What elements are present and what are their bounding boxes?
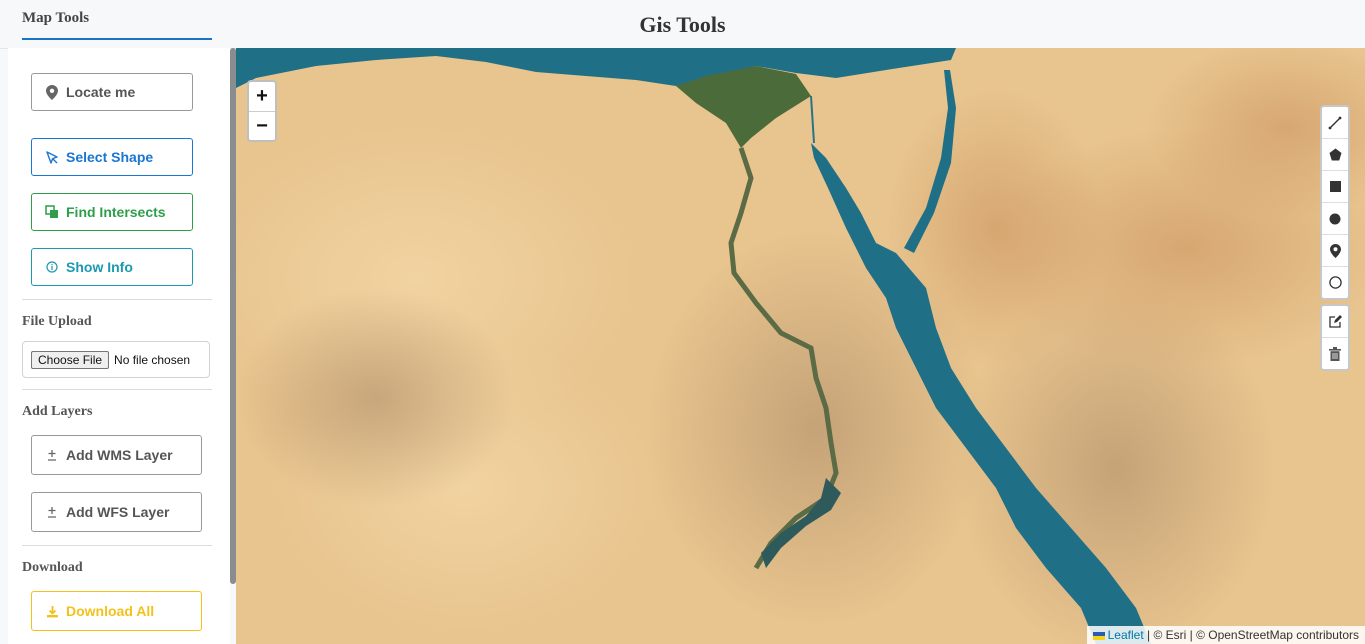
choose-file-button[interactable]: Choose File <box>31 350 110 369</box>
zoom-control: + − <box>247 80 277 142</box>
download-title: Download <box>22 560 83 575</box>
zoom-out-button[interactable]: − <box>249 112 275 141</box>
leaflet-link[interactable]: Leaflet <box>1108 628 1144 642</box>
info-icon <box>44 259 60 275</box>
map-pin-icon <box>44 84 60 100</box>
locate-me-button[interactable]: Locate me <box>31 73 193 111</box>
download-icon <box>44 603 60 619</box>
edit-icon[interactable] <box>1322 306 1348 338</box>
edit-toolbar <box>1320 304 1350 371</box>
download-all-label: Download All <box>66 603 155 619</box>
select-shape-label: Select Shape <box>66 149 154 165</box>
polygon-icon[interactable] <box>1322 139 1348 171</box>
circlemarker-icon[interactable] <box>1322 267 1348 298</box>
file-upload-title: File Upload <box>22 314 92 329</box>
page-title: Gis Tools <box>639 12 726 37</box>
trash-icon[interactable] <box>1322 338 1348 369</box>
divider <box>22 545 212 546</box>
divider <box>22 299 212 300</box>
map-attribution: Leaflet | © Esri | © OpenStreetMap contr… <box>1086 626 1365 644</box>
add-wfs-layer-button[interactable]: Add WFS Layer <box>31 492 202 532</box>
download-all-button[interactable]: Download All <box>31 591 202 631</box>
attribution-text: | © Esri | © OpenStreetMap contributors <box>1143 628 1359 642</box>
add-wfs-label: Add WFS Layer <box>66 504 170 520</box>
draw-toolbar <box>1320 105 1350 300</box>
add-wms-label: Add WMS Layer <box>66 447 173 463</box>
plus-minus-icon <box>44 504 60 520</box>
zoom-in-button[interactable]: + <box>249 82 275 112</box>
show-info-button[interactable]: Show Info <box>31 248 193 286</box>
add-wms-layer-button[interactable]: Add WMS Layer <box>31 435 202 475</box>
app-header: Map Tools Gis Tools <box>0 0 1365 49</box>
plus-minus-icon <box>44 447 60 463</box>
locate-me-label: Locate me <box>66 84 136 100</box>
rectangle-icon[interactable] <box>1322 171 1348 203</box>
file-upload-input[interactable]: Choose File No file chosen <box>22 341 210 378</box>
select-shape-button[interactable]: Select Shape <box>31 138 193 176</box>
satellite-basemap <box>236 48 1365 644</box>
circle-icon[interactable] <box>1322 203 1348 235</box>
find-intersects-button[interactable]: Find Intersects <box>31 193 193 231</box>
add-layers-title: Add Layers <box>22 404 93 419</box>
sidebar: Locate me Select Shape Find Intersects S… <box>8 48 230 644</box>
show-info-label: Show Info <box>66 259 133 275</box>
polyline-icon[interactable] <box>1322 107 1348 139</box>
map-view[interactable]: + − Leaflet | © Esri | © OpenStreetMap c… <box>236 48 1365 644</box>
intersect-icon <box>44 204 60 220</box>
file-status: No file chosen <box>114 352 191 367</box>
find-intersects-label: Find Intersects <box>66 204 166 220</box>
marker-icon[interactable] <box>1322 235 1348 267</box>
ukraine-flag-icon <box>1092 631 1105 640</box>
cursor-icon <box>44 149 60 165</box>
divider <box>22 389 212 390</box>
